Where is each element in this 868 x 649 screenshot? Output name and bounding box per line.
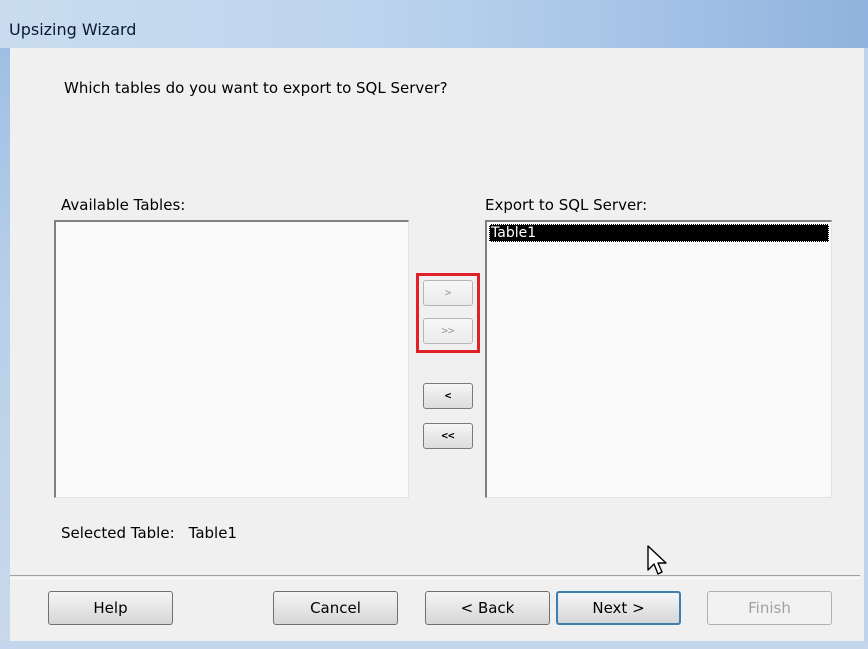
remove-all-tables-button[interactable]: <<: [423, 423, 473, 449]
highlight-annotation: [416, 273, 480, 353]
window-left-border: [0, 48, 10, 649]
title-bar[interactable]: Upsizing Wizard: [0, 0, 868, 48]
next-button[interactable]: Next >: [556, 591, 681, 625]
export-tables-label: Export to SQL Server:: [485, 196, 648, 214]
finish-button[interactable]: Finish: [707, 591, 832, 625]
window-bottom-border: [0, 641, 868, 649]
list-item[interactable]: Table1: [489, 224, 829, 242]
wizard-question: Which tables do you want to export to SQ…: [64, 79, 448, 97]
export-tables-list[interactable]: Table1: [485, 220, 832, 498]
help-button[interactable]: Help: [48, 591, 173, 625]
selected-table-value: Table1: [188, 524, 237, 542]
window-right-border: [864, 48, 868, 649]
footer-separator: [10, 575, 860, 579]
cancel-button[interactable]: Cancel: [273, 591, 398, 625]
window-title: Upsizing Wizard: [9, 20, 137, 39]
remove-table-button[interactable]: <: [423, 383, 473, 409]
mouse-pointer-icon: [647, 545, 669, 581]
selected-table-info: Selected Table: Table1: [61, 524, 237, 542]
upsizing-wizard-window: Upsizing Wizard Which tables do you want…: [0, 0, 868, 649]
available-tables-list[interactable]: [54, 220, 409, 498]
available-tables-label: Available Tables:: [61, 196, 186, 214]
back-button[interactable]: < Back: [425, 591, 550, 625]
selected-table-label: Selected Table:: [61, 524, 175, 542]
